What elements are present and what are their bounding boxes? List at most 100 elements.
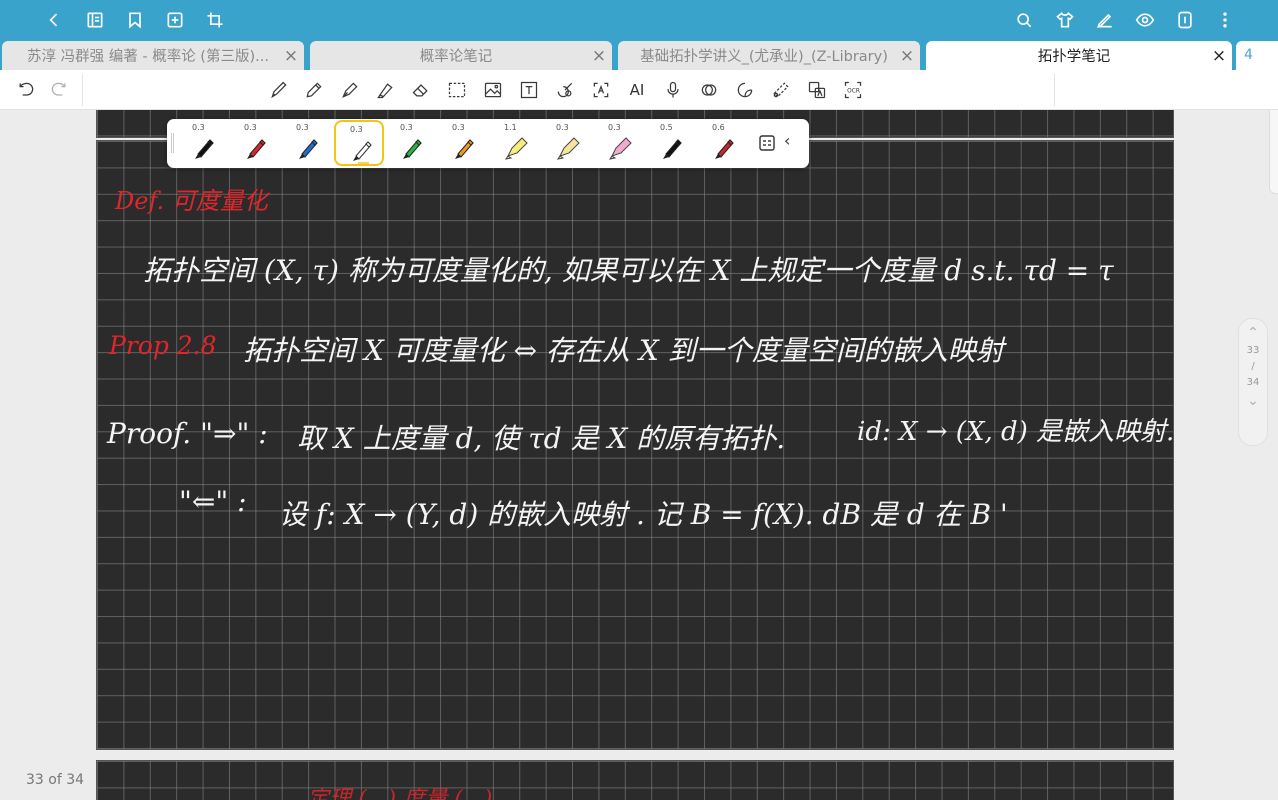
redo-icon[interactable]: [48, 79, 70, 101]
outline-icon[interactable]: [83, 8, 107, 32]
tab-topology-book[interactable]: 基础拓扑学讲义_(尤承业)_(Z-Library) ×: [618, 41, 920, 70]
pen-size-label: 0.3: [192, 123, 205, 132]
current-page[interactable]: Def. 可度量化 拓扑空间 (X, τ) 称为可度量化的, 如果可以在 X 上…: [96, 140, 1174, 750]
pen-preset-5[interactable]: 0.3: [386, 120, 436, 166]
svg-text:OCR: OCR: [847, 89, 860, 95]
pen-preset-4[interactable]: 0.3: [334, 120, 384, 166]
highlighter-icon: [556, 137, 580, 160]
next-page-peek: 定理 (...) 度量 (...): [307, 787, 493, 800]
fountain-pen-icon[interactable]: [339, 79, 361, 101]
shape-icon[interactable]: [554, 79, 576, 101]
text-recognition-icon[interactable]: [590, 79, 612, 101]
pen-size-label: 0.3: [452, 123, 465, 132]
add-page-icon[interactable]: [163, 8, 187, 32]
pen-size-label: 0.3: [350, 125, 363, 134]
page-counter: 33 of 34: [26, 772, 85, 788]
eye-icon[interactable]: [1133, 8, 1157, 32]
pen-icon: [403, 139, 422, 159]
tab-bar: 苏淳 冯群强 编著 - 概率论 (第三版)... × 概率论笔记 × 基础拓扑学…: [0, 40, 1278, 70]
top-app-bar: [0, 0, 1278, 40]
toolbar-divider: [1054, 74, 1055, 106]
proof-label: Proof. "⇒" :: [107, 417, 268, 450]
pen-icon: [195, 139, 214, 159]
pen-preset-3[interactable]: 0.3: [282, 120, 332, 166]
image-icon[interactable]: [482, 79, 504, 101]
pen-preset-8[interactable]: 0.3: [542, 120, 592, 166]
side-panel-handle[interactable]: [1269, 110, 1278, 194]
scroll-up-icon[interactable]: ⌃: [1247, 323, 1259, 343]
shirt-icon[interactable]: [1053, 8, 1077, 32]
prop-label: Prop 2.8: [109, 331, 217, 360]
page-scroller[interactable]: ⌃ 33 / 34 ⌄: [1238, 318, 1268, 446]
pencil-mode-icon[interactable]: [1173, 8, 1197, 32]
pen-icon: [247, 139, 266, 159]
tab-label: 拓扑学笔记: [1037, 49, 1111, 65]
more-icon[interactable]: [1213, 8, 1237, 32]
pen-preset-10[interactable]: 0.5: [646, 120, 696, 166]
text-box-icon[interactable]: [518, 79, 540, 101]
scroller-current: 33: [1246, 345, 1260, 356]
laser-pointer-icon[interactable]: [698, 79, 720, 101]
pen-preset-6[interactable]: 0.3: [438, 120, 488, 166]
ai-icon[interactable]: AI: [626, 79, 648, 101]
pen-icon[interactable]: [268, 79, 290, 101]
proof-line2: 设 f: X → (Y, d) 的嵌入映射 . 记 B = f(X). dB 是…: [279, 498, 1008, 531]
highlighter-icon[interactable]: [374, 79, 396, 101]
tab-probability-notes[interactable]: 概率论笔记 ×: [310, 41, 612, 70]
note-canvas[interactable]: Def. 可度量化 拓扑空间 (X, τ) 称为可度量化的, 如果可以在 X 上…: [0, 110, 1278, 800]
pen-icon: [353, 141, 372, 164]
tab-overflow-label: 4: [1244, 47, 1253, 63]
close-icon[interactable]: ×: [1206, 46, 1232, 66]
tab-label: 概率论笔记: [419, 49, 493, 65]
sticker-icon[interactable]: [734, 79, 756, 101]
highlighter-icon: [504, 137, 528, 160]
scroll-down-icon[interactable]: ⌄: [1247, 391, 1259, 411]
tab-topology-notes[interactable]: 拓扑学笔记 ×: [926, 41, 1232, 70]
pen-size-label: 0.3: [296, 123, 309, 132]
close-icon[interactable]: ×: [894, 46, 920, 66]
pen-preset-7[interactable]: 1.1: [490, 120, 540, 166]
proof-line1-map: id: X → (X, d) 是嵌入映射.: [857, 417, 1175, 447]
pen-edit-icon[interactable]: [1093, 8, 1117, 32]
pen-size-label: 0.3: [400, 123, 413, 132]
tab-label: 基础拓扑学讲义_(尤承业)_(Z-Library): [640, 49, 888, 65]
next-page: 定理 (...) 度量 (...): [96, 760, 1174, 800]
pen-size-label: 0.3: [244, 123, 257, 132]
bookmark-icon[interactable]: [123, 8, 147, 32]
pen-size-label: 0.3: [608, 123, 621, 132]
tab-probability-book[interactable]: 苏淳 冯群强 编著 - 概率论 (第三版)... ×: [2, 41, 304, 70]
pencil-icon[interactable]: [303, 79, 325, 101]
tape-icon[interactable]: [770, 79, 792, 101]
close-icon[interactable]: ×: [586, 46, 612, 66]
ai-label: AI: [629, 81, 645, 99]
pen-size-label: 0.6: [712, 123, 725, 132]
pen-preset-9[interactable]: 0.3: [594, 120, 644, 166]
back-icon[interactable]: [42, 8, 66, 32]
pen-palette: 0.3 0.3 0.3 0.3 0.3 0.3 1.1 0.3 0.3 0.5 0.6 ‹: [167, 119, 809, 168]
undo-icon[interactable]: [15, 79, 37, 101]
eraser-icon[interactable]: [410, 79, 432, 101]
scroller-separator: /: [1251, 361, 1255, 372]
crop-icon[interactable]: [203, 8, 227, 32]
pen-preset-1[interactable]: 0.3: [178, 120, 228, 166]
search-icon[interactable]: [1012, 8, 1036, 32]
close-icon[interactable]: ×: [278, 46, 304, 66]
translate-icon[interactable]: [806, 79, 828, 101]
collapse-palette-icon[interactable]: ‹: [784, 131, 790, 150]
ocr-icon[interactable]: OCR: [842, 79, 864, 101]
pen-preset-11[interactable]: 0.6: [698, 120, 748, 166]
microphone-icon[interactable]: [662, 79, 684, 101]
pen-icon: [715, 139, 734, 159]
proof-line1: 取 X 上度量 d, 使 τd 是 X 的原有拓扑.: [297, 422, 786, 455]
proof-converse-label: "⇐" :: [179, 485, 247, 518]
pen-preset-2[interactable]: 0.3: [230, 120, 280, 166]
prop-text: 拓扑空间 X 可度量化 ⇔ 存在从 X 到一个度量空间的嵌入映射: [243, 334, 1004, 367]
pen-icon: [455, 139, 474, 159]
tab-overflow-count[interactable]: 4: [1236, 41, 1278, 70]
palette-drag-handle[interactable]: [171, 133, 174, 153]
scroller-total: 34: [1246, 377, 1260, 388]
pen-size-label: 0.5: [660, 123, 673, 132]
palette-settings-icon[interactable]: [757, 133, 777, 153]
drawing-toolbar: AI OCR: [0, 70, 1278, 110]
lasso-select-icon[interactable]: [446, 79, 468, 101]
